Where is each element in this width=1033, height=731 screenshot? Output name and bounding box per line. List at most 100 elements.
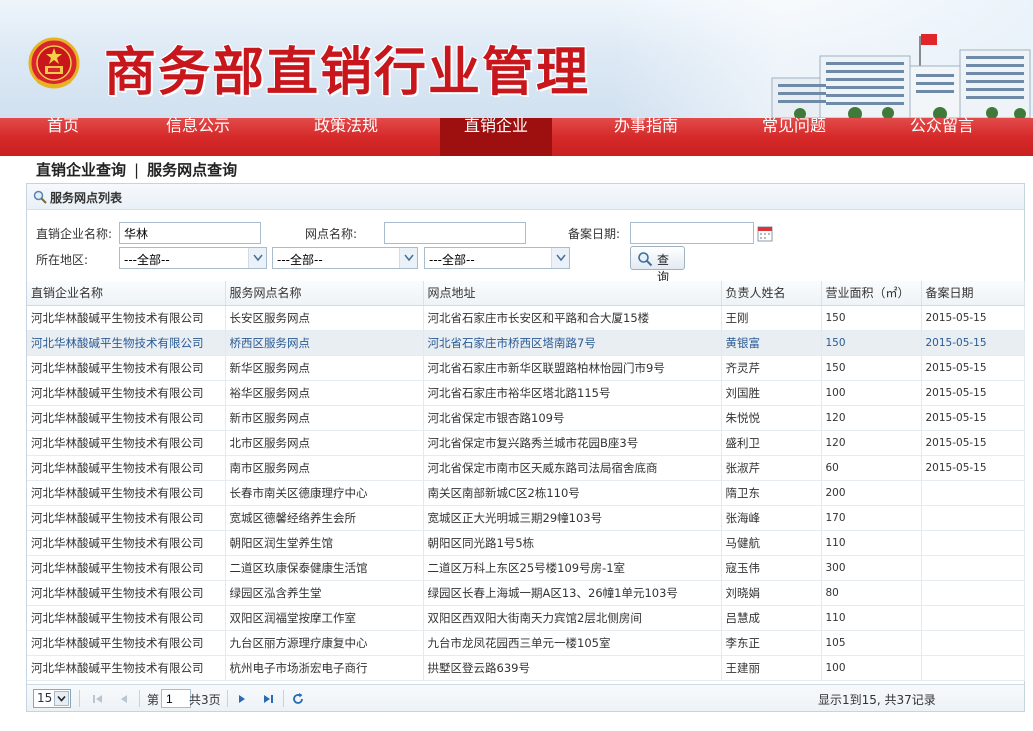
cell-outlet-address: 南关区南部新城C区2栋110号 [423, 480, 722, 506]
province-select[interactable]: ---全部-- [119, 247, 267, 269]
col-business-area[interactable]: 营业面积（㎡） [821, 281, 922, 306]
nav-home[interactable]: 首页 [18, 117, 108, 156]
search-icon [638, 252, 653, 267]
table-row[interactable]: 河北华林酸碱平生物技术有限公司 朝阳区润生堂养生馆 朝阳区同光路1号5栋 马健航 110 [27, 530, 1025, 556]
chevron-down-icon [399, 248, 417, 268]
panel-header: 服务网点列表 [27, 184, 1024, 210]
table-row[interactable]: 河北华林酸碱平生物技术有限公司 杭州电子市场浙宏电子商行 拱墅区登云路639号 王建丽… [27, 655, 1025, 681]
cell-business-area: 170 [821, 505, 922, 531]
cell-filing-date: 2015-05-15 [921, 430, 1025, 456]
cell-manager-name: 张淑芹 [721, 455, 822, 481]
cell-company-name: 河北华林酸碱平生物技术有限公司 [27, 655, 226, 681]
cell-outlet-name: 朝阳区润生堂养生馆 [225, 530, 424, 556]
cell-outlet-address: 绿园区长春上海城一期A区13、26幢1单元103号 [423, 580, 722, 606]
refresh-icon[interactable] [291, 692, 305, 706]
cell-outlet-address: 二道区万科上东区25号楼109号房-1室 [423, 555, 722, 581]
breadcrumb: 直销企业查询 | 服务网点查询 [36, 159, 237, 180]
col-manager-name[interactable]: 负责人姓名 [721, 281, 822, 306]
city-select[interactable]: ---全部-- [272, 247, 418, 269]
cell-business-area: 120 [821, 405, 922, 431]
outlet-list-panel: 服务网点列表 直销企业名称: 网点名称: 备案日期: 所在地区: ---全部--… [26, 183, 1025, 712]
crumb-enterprise-query[interactable]: 直销企业查询 [36, 161, 126, 179]
col-company-name[interactable]: 直销企业名称 [27, 281, 226, 306]
main-nav: 首页 信息公示 政策法规 直销企业 办事指南 常见问题 公众留言 [0, 117, 1033, 156]
cell-manager-name: 齐灵芹 [721, 355, 822, 381]
nav-info-disclosure[interactable]: 信息公示 [148, 117, 248, 156]
calendar-icon[interactable] [757, 224, 773, 242]
cell-outlet-name: 宽城区德馨经络养生会所 [225, 505, 424, 531]
company-name-label: 直销企业名称: [36, 227, 113, 241]
cell-business-area: 100 [821, 655, 922, 681]
table-row[interactable]: 河北华林酸碱平生物技术有限公司 新华区服务网点 河北省石家庄市新华区联盟路柏林怡园门… [27, 355, 1025, 381]
filing-date-input[interactable] [630, 222, 773, 244]
table-row[interactable]: 河北华林酸碱平生物技术有限公司 宽城区德馨经络养生会所 宽城区正大光明城三期29幢1… [27, 505, 1025, 531]
filing-date-label: 备案日期: [568, 227, 621, 241]
search-button[interactable]: 查询 [630, 246, 685, 284]
table-row[interactable]: 河北华林酸碱平生物技术有限公司 桥西区服务网点 河北省石家庄市桥西区塔南路7号 黄银富… [27, 330, 1025, 356]
table-row[interactable]: 河北华林酸碱平生物技术有限公司 九台区丽方源理疗康复中心 九台市龙凤花园西三单元一楼… [27, 630, 1025, 656]
table-row[interactable]: 河北华林酸碱平生物技术有限公司 长安区服务网点 河北省石家庄市长安区和平路和合大厦1… [27, 305, 1025, 331]
outlet-name-label: 网点名称: [305, 227, 358, 241]
pager-divider [139, 690, 140, 707]
prev-page-icon[interactable] [117, 692, 131, 706]
col-outlet-name[interactable]: 服务网点名称 [225, 281, 424, 306]
outlet-name-input[interactable] [384, 222, 526, 244]
cell-business-area: 300 [821, 555, 922, 581]
first-page-icon[interactable] [91, 692, 105, 706]
cell-outlet-name: 北市区服务网点 [225, 430, 424, 456]
cell-company-name: 河北华林酸碱平生物技术有限公司 [27, 555, 226, 581]
cell-business-area: 80 [821, 580, 922, 606]
next-page-icon[interactable] [235, 692, 249, 706]
cell-outlet-address: 河北省石家庄市长安区和平路和合大厦15楼 [423, 305, 722, 331]
cell-company-name: 河北华林酸碱平生物技术有限公司 [27, 480, 226, 506]
cell-manager-name: 盛利卫 [721, 430, 822, 456]
cell-outlet-name: 双阳区润福堂按摩工作室 [225, 605, 424, 631]
cell-business-area: 105 [821, 630, 922, 656]
cell-outlet-address: 双阳区西双阳大街南天力宾馆2层北侧房间 [423, 605, 722, 631]
cell-outlet-name: 桥西区服务网点 [225, 330, 424, 356]
table-row[interactable]: 河北华林酸碱平生物技术有限公司 裕华区服务网点 河北省石家庄市裕华区塔北路115号刘… [27, 380, 1025, 406]
page-size-select[interactable]: 15 [33, 689, 71, 708]
cell-filing-date [921, 505, 1025, 531]
table-row[interactable]: 河北华林酸碱平生物技术有限公司 长春市南关区德康理疗中心 南关区南部新城C区2栋11… [27, 480, 1025, 506]
table-row[interactable]: 河北华林酸碱平生物技术有限公司 二道区玖康保泰健康生活馆 二道区万科上东区25号楼1… [27, 555, 1025, 581]
nav-service-guide[interactable]: 办事指南 [596, 117, 696, 156]
cell-outlet-name: 二道区玖康保泰健康生活馆 [225, 555, 424, 581]
cell-manager-name: 张海峰 [721, 505, 822, 531]
chevron-down-icon [54, 691, 69, 706]
cell-manager-name: 隋卫东 [721, 480, 822, 506]
nav-public-messages[interactable]: 公众留言 [892, 117, 992, 156]
cell-filing-date [921, 605, 1025, 631]
page-number-input[interactable] [161, 689, 191, 708]
cell-outlet-address: 河北省保定市银杏路109号 [423, 405, 722, 431]
cell-filing-date [921, 530, 1025, 556]
cell-filing-date [921, 555, 1025, 581]
pager-divider [227, 690, 228, 707]
nav-policies[interactable]: 政策法规 [296, 117, 396, 156]
nav-faq[interactable]: 常见问题 [744, 117, 844, 156]
cell-company-name: 河北华林酸碱平生物技术有限公司 [27, 530, 226, 556]
col-filing-date[interactable]: 备案日期 [921, 281, 1025, 306]
cell-filing-date: 2015-05-15 [921, 355, 1025, 381]
table-row[interactable]: 河北华林酸碱平生物技术有限公司 双阳区润福堂按摩工作室 双阳区西双阳大街南天力宾馆2… [27, 605, 1025, 631]
cell-outlet-name: 九台区丽方源理疗康复中心 [225, 630, 424, 656]
cell-outlet-name: 绿园区泓含养生堂 [225, 580, 424, 606]
table-row[interactable]: 河北华林酸碱平生物技术有限公司 新市区服务网点 河北省保定市银杏路109号 朱悦悦 12… [27, 405, 1025, 431]
col-outlet-address[interactable]: 网点地址 [423, 281, 722, 306]
table-header-row: 直销企业名称 服务网点名称 网点地址 负责人姓名 营业面积（㎡） 备案日期 [27, 281, 1025, 306]
cell-business-area: 150 [821, 355, 922, 381]
cell-business-area: 150 [821, 330, 922, 356]
cell-outlet-name: 长安区服务网点 [225, 305, 424, 331]
last-page-icon[interactable] [261, 692, 275, 706]
table-row[interactable]: 河北华林酸碱平生物技术有限公司 北市区服务网点 河北省保定市复兴路秀兰城市花园B座3… [27, 430, 1025, 456]
cell-manager-name: 王刚 [721, 305, 822, 331]
crumb-outlet-query[interactable]: 服务网点查询 [147, 161, 237, 179]
nav-direct-selling-enterprises[interactable]: 直销企业 [440, 117, 552, 156]
cell-manager-name: 刘国胜 [721, 380, 822, 406]
table-row[interactable]: 河北华林酸碱平生物技术有限公司 绿园区泓含养生堂 绿园区长春上海城一期A区13、26… [27, 580, 1025, 606]
cell-business-area: 120 [821, 430, 922, 456]
page-prefix-label: 第 [147, 693, 160, 707]
district-select[interactable]: ---全部-- [424, 247, 570, 269]
table-row[interactable]: 河北华林酸碱平生物技术有限公司 南市区服务网点 河北省保定市南市区天威东路司法局宿舍… [27, 455, 1025, 481]
company-name-input[interactable] [119, 222, 261, 244]
